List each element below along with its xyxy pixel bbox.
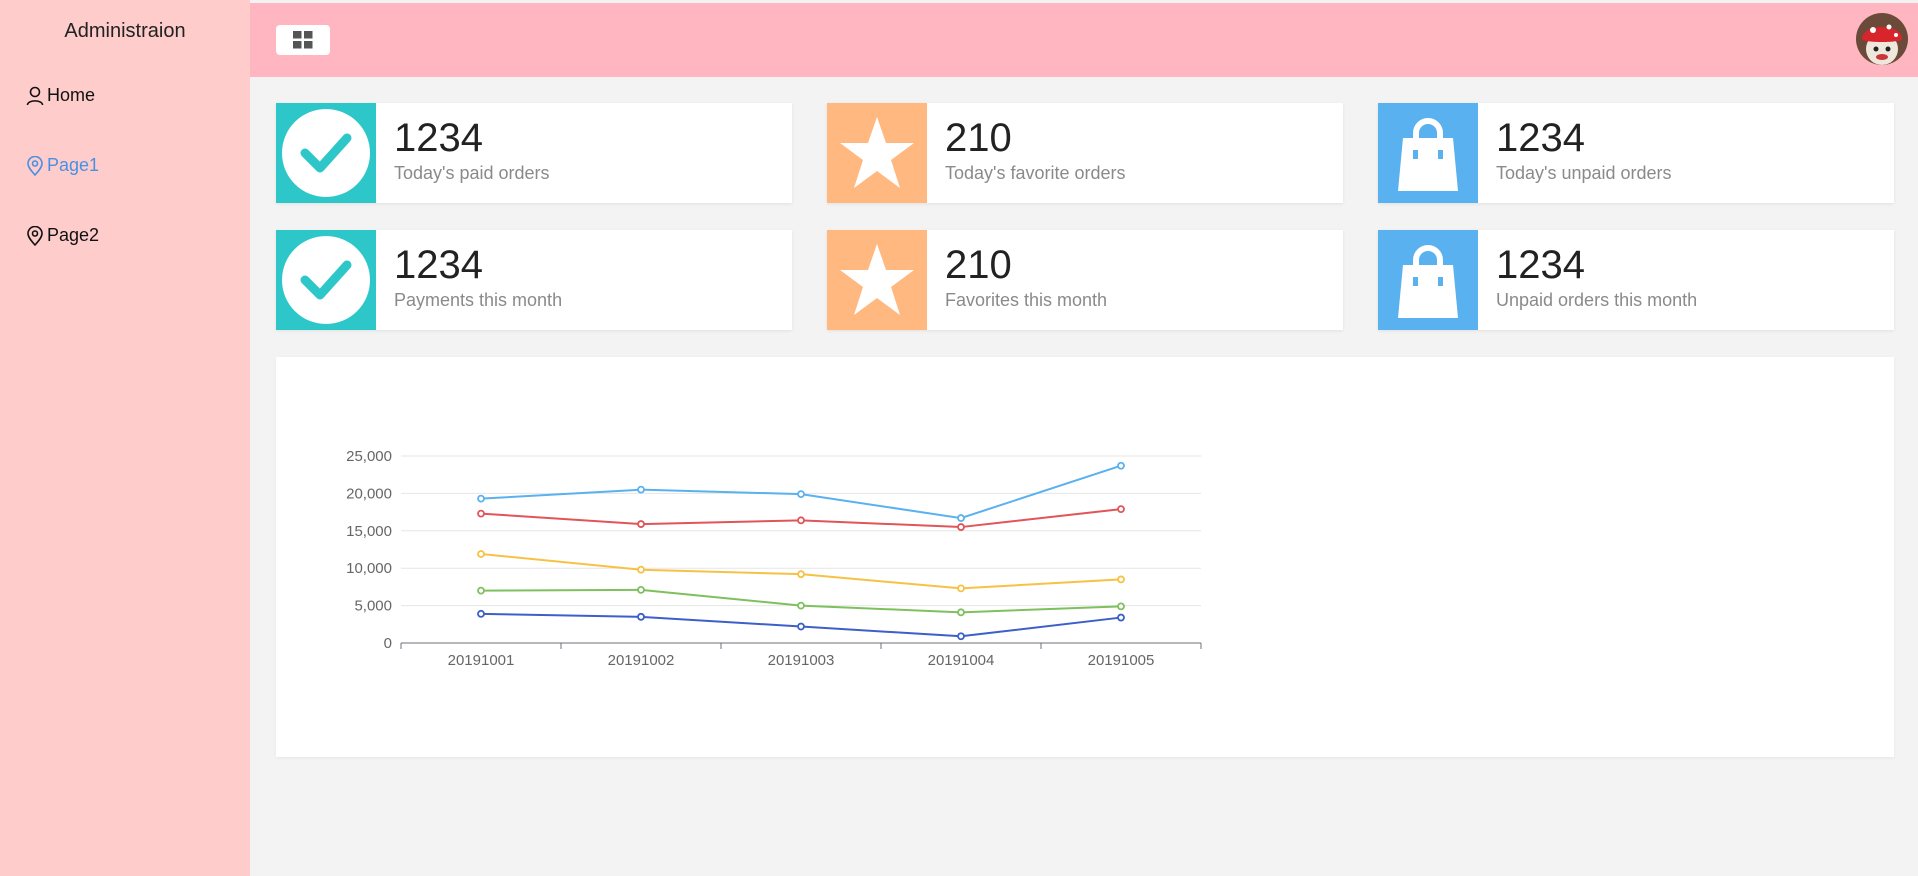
shopping-bag-icon	[1398, 118, 1458, 191]
sidebar-item-page1[interactable]: Page1	[26, 155, 99, 176]
y-tick-label: 0	[384, 635, 392, 652]
data-point	[637, 585, 645, 594]
y-tick-label: 25,000	[346, 448, 392, 465]
data-point	[957, 608, 965, 617]
shopping-bag-icon	[1398, 245, 1458, 318]
data-point	[637, 485, 645, 494]
app-title: Administraion	[64, 20, 186, 42]
data-point	[797, 570, 805, 579]
data-point	[1117, 505, 1125, 514]
data-point	[797, 601, 805, 610]
y-tick-label: 20,000	[346, 485, 392, 502]
icon-tile	[1378, 103, 1478, 203]
chart-panel: 0 5,000 10,000 15,000 20,000 25,000 20191001 20…	[276, 357, 1894, 757]
stat-value: 1234	[1496, 116, 1585, 160]
sidebar-item-label: Page2	[47, 225, 100, 245]
sidebar-item-home[interactable]: Home	[26, 85, 95, 106]
data-point	[477, 586, 485, 595]
stat-label: Today's favorite orders	[945, 163, 1126, 183]
data-point	[1117, 613, 1125, 622]
stat-card-today-paid: 1234 Today's paid orders	[276, 103, 792, 203]
check-icon	[282, 236, 370, 324]
stat-label: Payments this month	[394, 290, 563, 310]
stat-card-month-unpaid: 1234 Unpaid orders this month	[1378, 230, 1894, 330]
y-tick-label: 5,000	[354, 598, 392, 615]
stat-label: Unpaid orders this month	[1496, 290, 1698, 310]
data-point	[477, 609, 485, 618]
stat-value: 1234	[394, 116, 483, 160]
data-point	[957, 584, 965, 593]
stat-card-today-favorite: 210 Today's favorite orders	[827, 103, 1343, 203]
data-point	[637, 612, 645, 621]
x-tick-label: 20191003	[768, 652, 835, 669]
grid-icon	[293, 31, 313, 49]
x-tick-label: 20191004	[928, 652, 995, 669]
star-icon	[840, 117, 914, 188]
icon-tile	[1378, 230, 1478, 330]
location-pin-icon	[27, 225, 43, 246]
x-tick-label: 20191005	[1088, 652, 1155, 669]
data-point	[1117, 602, 1125, 611]
stat-label: Today's paid orders	[394, 163, 550, 183]
x-tick-label: 20191001	[448, 652, 515, 669]
stat-card-month-payments: 1234 Payments this month	[276, 230, 792, 330]
menu-toggle-button[interactable]	[276, 25, 330, 55]
data-point	[797, 622, 805, 631]
data-point	[957, 523, 965, 531]
data-point	[477, 509, 485, 518]
icon-tile	[276, 230, 376, 330]
location-pin-icon	[27, 155, 43, 176]
data-point	[477, 550, 485, 558]
data-point	[797, 490, 805, 499]
icon-tile	[827, 230, 927, 330]
sidebar-item-label: Home	[47, 85, 96, 105]
stat-card-month-favorites: 210 Favorites this month	[827, 230, 1343, 330]
data-point	[797, 516, 805, 525]
sidebar-item-label: Page1	[47, 155, 100, 175]
data-point	[637, 565, 645, 574]
data-point	[1117, 461, 1125, 470]
y-tick-label: 15,000	[346, 523, 392, 540]
stat-value: 210	[945, 116, 1012, 160]
user-icon	[26, 86, 44, 105]
data-point	[1117, 575, 1125, 584]
star-icon	[840, 244, 914, 315]
data-point	[957, 632, 965, 641]
stat-label: Favorites this month	[945, 290, 1108, 310]
data-point	[957, 514, 965, 522]
stat-value: 1234	[1496, 243, 1585, 287]
stat-card-today-unpaid: 1234 Today's unpaid orders	[1378, 103, 1894, 203]
stat-value: 210	[945, 243, 1012, 287]
data-point	[637, 520, 645, 528]
user-avatar[interactable]	[1856, 13, 1908, 65]
icon-tile	[827, 103, 927, 203]
check-icon	[282, 109, 370, 197]
icon-tile	[276, 103, 376, 203]
x-tick-label: 20191002	[608, 652, 675, 669]
data-point	[477, 494, 485, 503]
line-chart: 0 5,000 10,000 15,000 20,000 25,000 20191001 20…	[346, 448, 1202, 669]
header-bar	[250, 3, 1918, 77]
y-tick-label: 10,000	[346, 560, 392, 577]
stat-value: 1234	[394, 243, 483, 287]
stat-label: Today's unpaid orders	[1496, 163, 1672, 183]
sidebar-item-page2[interactable]: Page2	[26, 225, 99, 246]
sidebar: Administraion Home Page1 Page2	[0, 0, 250, 876]
